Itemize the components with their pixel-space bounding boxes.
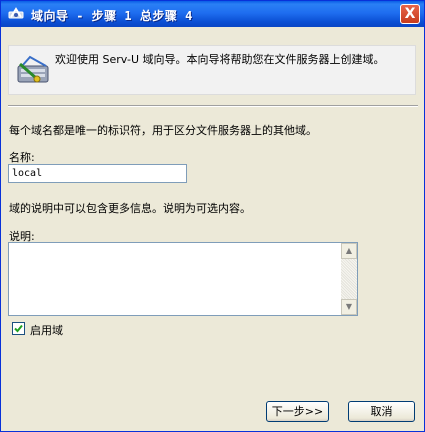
welcome-banner: 欢迎使用 Serv-U 域向导。本向导将帮助您在文件服务器上创建域。 — [8, 45, 416, 95]
welcome-text: 欢迎使用 Serv-U 域向导。本向导将帮助您在文件服务器上创建域。 — [55, 53, 385, 66]
domain-name-input[interactable] — [8, 164, 187, 183]
close-button[interactable]: X — [400, 4, 420, 24]
name-label: 名称: — [9, 151, 35, 164]
wizard-icon — [8, 6, 24, 22]
description-textarea[interactable]: ▲ ▼ — [8, 242, 358, 316]
server-wizard-icon — [16, 54, 52, 86]
separator — [8, 105, 418, 107]
title-bar[interactable]: 域向导 - 步骤 1 总步骤 4 X — [1, 1, 424, 27]
description-scrollbar[interactable]: ▲ ▼ — [341, 243, 357, 315]
domain-wizard-window: 域向导 - 步骤 1 总步骤 4 X 欢迎使用 Serv-U 域向导。本向导将帮… — [0, 0, 425, 432]
window-title: 域向导 - 步骤 1 总步骤 4 — [31, 9, 193, 23]
enable-domain-checkbox[interactable] — [12, 322, 25, 335]
domain-intro-text: 每个域名都是唯一的标识符，用于区分文件服务器上的其他域。 — [9, 124, 317, 137]
cancel-button[interactable]: 取消 — [348, 401, 415, 422]
description-info-text: 域的说明中可以包含更多信息。说明为可选内容。 — [9, 202, 251, 215]
scroll-up-icon[interactable]: ▲ — [341, 243, 357, 259]
next-button[interactable]: 下一步>> — [266, 401, 329, 422]
scroll-down-icon[interactable]: ▼ — [341, 299, 357, 315]
checkmark-icon — [14, 324, 23, 333]
enable-domain-label: 启用域 — [30, 324, 63, 337]
